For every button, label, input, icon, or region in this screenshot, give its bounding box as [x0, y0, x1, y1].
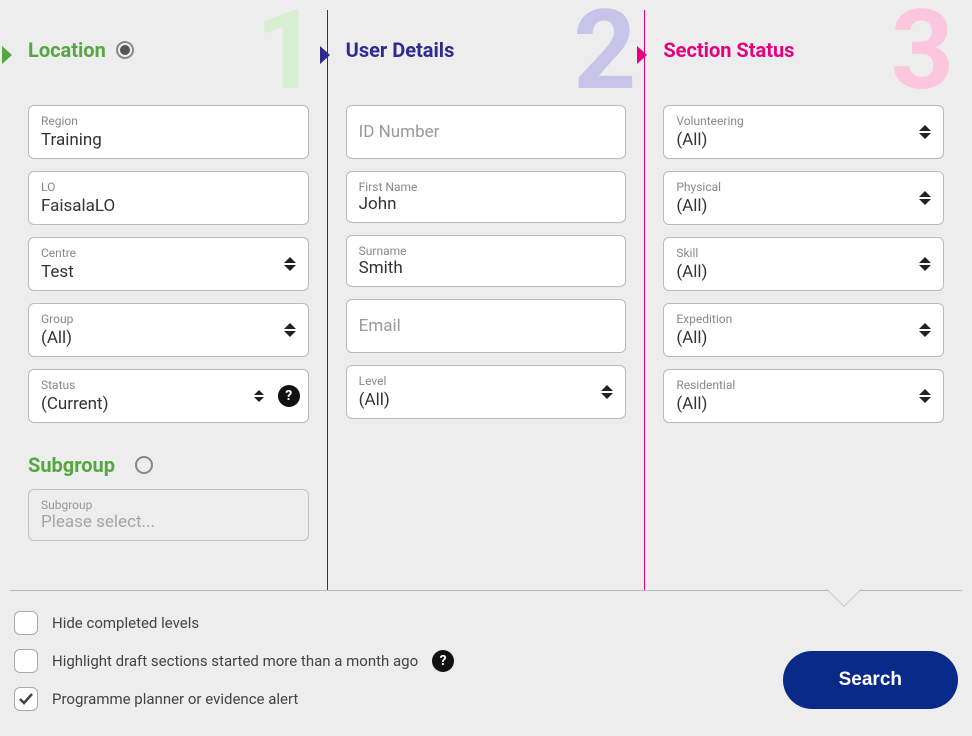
subgroup-select: Subgroup [28, 489, 309, 541]
subgroup-header: Subgroup [28, 453, 309, 477]
check-icon [18, 691, 34, 707]
volunteering-label: Volunteering [676, 114, 931, 128]
user-details-column: 2 User Details First Name Surname Level … [327, 10, 645, 590]
subgroup-radio-icon[interactable] [135, 456, 153, 474]
user-header: 2 User Details [346, 10, 627, 90]
email-field[interactable] [346, 299, 627, 353]
region-field[interactable]: Region Training [28, 105, 309, 159]
centre-label: Centre [41, 246, 296, 260]
lo-value: FaisalaLO [41, 196, 296, 216]
hide-completed-label: Hide completed levels [52, 614, 199, 632]
physical-label: Physical [676, 180, 931, 194]
help-icon[interactable]: ? [432, 650, 454, 672]
hide-completed-checkbox[interactable] [14, 611, 38, 635]
status-select[interactable]: Status (Current) ? [28, 369, 309, 423]
sort-icon [284, 323, 296, 337]
search-button[interactable]: Search [783, 651, 958, 709]
group-value: (All) [41, 328, 296, 348]
residential-value: (All) [676, 394, 931, 414]
sort-icon [254, 390, 264, 402]
subgroup-label: Subgroup [41, 498, 296, 512]
highlight-draft-row: Highlight draft sections started more th… [14, 649, 783, 673]
expedition-select[interactable]: Expedition (All) [663, 303, 944, 357]
location-radio-icon[interactable] [116, 41, 134, 59]
user-title: User Details [346, 38, 455, 62]
help-icon[interactable]: ? [278, 385, 300, 407]
level-value: (All) [359, 390, 614, 410]
skill-value: (All) [676, 262, 931, 282]
location-header: 1 Location [28, 10, 309, 90]
level-label: Level [359, 374, 614, 388]
region-value: Training [41, 130, 296, 150]
group-select[interactable]: Group (All) [28, 303, 309, 357]
location-title: Location [28, 38, 106, 62]
section-status-column: 3 Section Status Volunteering (All) Phys… [644, 10, 962, 590]
sort-icon [601, 385, 613, 399]
skill-label: Skill [676, 246, 931, 260]
programme-alert-label: Programme planner or evidence alert [52, 690, 298, 708]
step-number-3: 3 [891, 0, 954, 106]
physical-select[interactable]: Physical (All) [663, 171, 944, 225]
sort-icon [284, 257, 296, 271]
id-number-field[interactable] [346, 105, 627, 159]
surname-field[interactable]: Surname [346, 235, 627, 287]
location-column: 1 Location Region Training LO FaisalaLO … [10, 10, 327, 590]
section-title: Section Status [663, 38, 794, 62]
group-label: Group [41, 312, 296, 326]
subgroup-title: Subgroup [28, 453, 115, 477]
hide-completed-row: Hide completed levels [14, 611, 783, 635]
level-select[interactable]: Level (All) [346, 365, 627, 419]
expedition-value: (All) [676, 328, 931, 348]
physical-value: (All) [676, 196, 931, 216]
sort-icon [919, 191, 931, 205]
chevron-down-icon [826, 589, 862, 607]
sort-icon [919, 323, 931, 337]
sort-icon [919, 125, 931, 139]
centre-value: Test [41, 262, 296, 282]
surname-input[interactable] [359, 258, 614, 278]
region-label: Region [41, 114, 296, 128]
residential-label: Residential [676, 378, 931, 392]
highlight-draft-label: Highlight draft sections started more th… [52, 652, 418, 670]
sort-icon [919, 389, 931, 403]
volunteering-value: (All) [676, 130, 931, 150]
skill-select[interactable]: Skill (All) [663, 237, 944, 291]
step-number-1: 1 [256, 0, 319, 106]
step-number-2: 2 [573, 0, 636, 106]
highlight-draft-checkbox[interactable] [14, 649, 38, 673]
lo-label: LO [41, 180, 296, 194]
surname-label: Surname [359, 244, 614, 258]
first-name-input[interactable] [359, 194, 614, 214]
programme-alert-row: Programme planner or evidence alert [14, 687, 783, 711]
subgroup-input [41, 512, 296, 532]
first-name-label: First Name [359, 180, 614, 194]
residential-select[interactable]: Residential (All) [663, 369, 944, 423]
centre-select[interactable]: Centre Test [28, 237, 309, 291]
section-header: 3 Section Status [663, 10, 944, 90]
programme-alert-checkbox[interactable] [14, 687, 38, 711]
section-divider [10, 590, 962, 591]
email-input[interactable] [359, 306, 614, 346]
first-name-field[interactable]: First Name [346, 171, 627, 223]
footer: Hide completed levels Highlight draft se… [0, 591, 972, 725]
volunteering-select[interactable]: Volunteering (All) [663, 105, 944, 159]
lo-field[interactable]: LO FaisalaLO [28, 171, 309, 225]
sort-icon [919, 257, 931, 271]
id-number-input[interactable] [359, 112, 614, 152]
expedition-label: Expedition [676, 312, 931, 326]
